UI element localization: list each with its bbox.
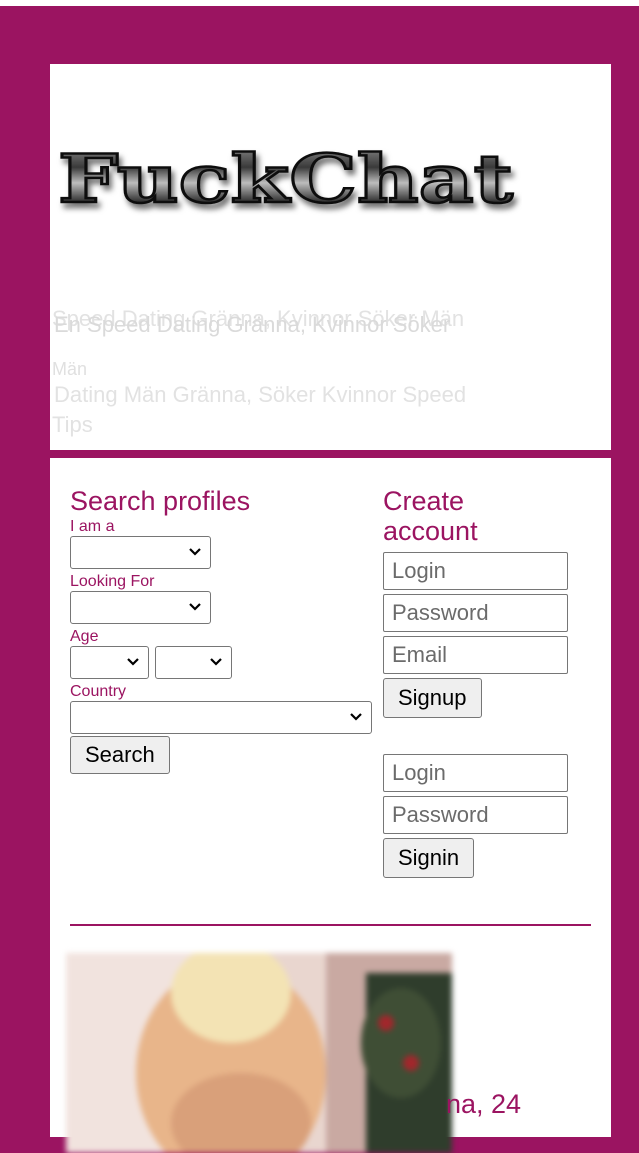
age-max-select[interactable] [155, 646, 233, 679]
site-header: FuckChat Speed Dating Gränna, Kvinnor Sö… [50, 64, 611, 450]
looking-for-select-wrap [70, 591, 211, 624]
section-divider [70, 924, 591, 926]
looking-for-label: Looking For [70, 573, 155, 590]
profile-photo[interactable] [66, 953, 452, 1153]
age-min-select-wrap [70, 646, 149, 679]
create-title-line1: Create [383, 486, 465, 516]
search-title: Search profiles [70, 486, 251, 516]
signup-button[interactable]: Signup [383, 678, 482, 718]
logo-text: FuckChat [58, 140, 514, 218]
profile-photo-placeholder [66, 953, 452, 1153]
search-form: Search profiles I am a Looking For Age C… [70, 486, 372, 774]
signin-button[interactable]: Signin [383, 838, 475, 878]
signup-login-input[interactable] [383, 552, 568, 590]
looking-for-select[interactable] [70, 591, 211, 624]
country-select[interactable] [70, 701, 372, 734]
main-panel: Search profiles I am a Looking For Age C… [50, 458, 611, 1153]
tagline-link-3[interactable]: Dating Män Gränna, Söker Kvinnor Speed [54, 382, 466, 408]
site-logo[interactable]: FuckChat [52, 140, 522, 220]
i-am-label: I am a [70, 518, 115, 535]
create-title-line2: account [383, 516, 478, 546]
top-band [0, 0, 639, 6]
profile-name[interactable]: na, 24 [446, 1089, 521, 1120]
signup-password-input[interactable] [383, 594, 568, 632]
tagline-link-2[interactable]: En Speed Dating Gränna, Kvinnor Söker [54, 312, 450, 338]
tagline-link-3b[interactable]: Tips [52, 412, 93, 438]
search-button-row: Search [70, 736, 370, 774]
i-am-select-wrap [70, 536, 211, 569]
country-select-wrap [70, 701, 372, 734]
signup-email-input[interactable] [383, 636, 568, 674]
tagline-link-2b[interactable]: Män [52, 356, 87, 382]
age-label: Age [70, 628, 99, 645]
age-max-select-wrap [155, 646, 233, 679]
create-account-form: Create account Signup Signin [383, 486, 583, 878]
signin-password-input[interactable] [383, 796, 568, 834]
search-button[interactable]: Search [70, 736, 170, 774]
age-min-select[interactable] [70, 646, 149, 679]
signin-login-input[interactable] [383, 754, 568, 792]
i-am-select[interactable] [70, 536, 211, 569]
form-spacer [383, 718, 583, 754]
country-label: Country [70, 683, 127, 700]
